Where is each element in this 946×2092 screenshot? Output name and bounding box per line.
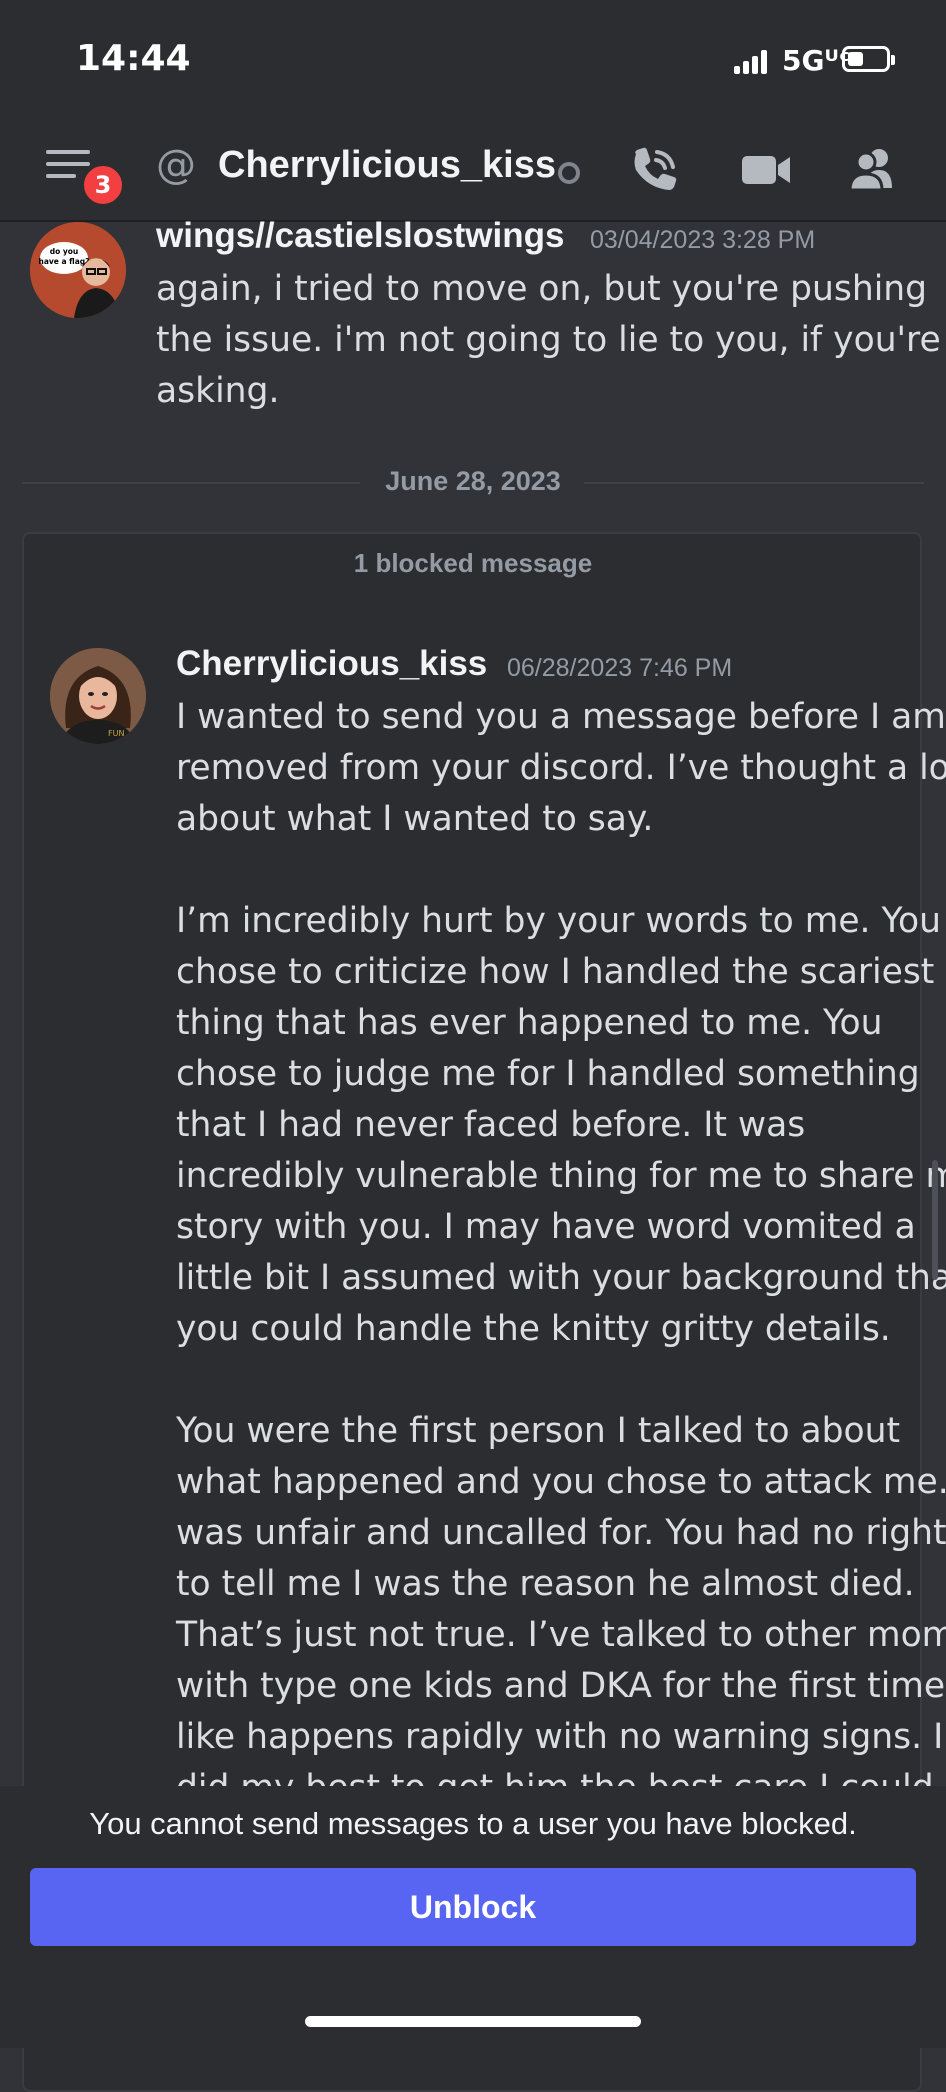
message-timestamp: 06/28/2023 7:46 PM: [507, 654, 733, 682]
message-line: removed from your discord. I’ve thought …: [176, 748, 946, 788]
date-divider: June 28, 2023: [385, 466, 561, 496]
channel-title[interactable]: Cherrylicious_kiss: [218, 144, 556, 187]
message-line: chose to judge me for I handled somethin…: [176, 1054, 920, 1094]
home-indicator[interactable]: [305, 2016, 641, 2027]
message-line: to tell me I was the reason he almost di…: [176, 1564, 915, 1604]
message-line: little bit I assumed with your backgroun…: [176, 1258, 946, 1298]
message-timestamp: 03/04/2023 3:28 PM: [590, 226, 816, 254]
message-line: That’s just not true. I’ve talked to oth…: [176, 1615, 946, 1655]
message-line: I’m incredibly hurt by your words to me.…: [176, 901, 941, 941]
scrollbar[interactable]: [932, 1160, 938, 1280]
avatar[interactable]: do you have a flag?: [30, 222, 126, 318]
svg-text:have a flag?: have a flag?: [39, 257, 90, 266]
video-camera-icon[interactable]: [740, 146, 792, 194]
message-line: I wanted to send you a message before I …: [176, 697, 946, 737]
message-line: thing that has ever happened to me. You: [176, 1003, 883, 1043]
message-line: was unfair and uncalled for. You had no …: [176, 1513, 946, 1553]
phone-call-icon[interactable]: [628, 146, 680, 194]
status-bar: 14:44 5Gᵁᶜ: [0, 0, 946, 120]
message-line: with type one kids and DKA for the first…: [176, 1666, 946, 1706]
blocked-notice: You cannot send messages to a user you h…: [89, 1806, 857, 1841]
notification-badge: 3: [80, 162, 126, 208]
battery-icon: [842, 46, 895, 72]
message-line: you could handle the knitty gritty detai…: [176, 1309, 891, 1349]
message-line: story with you. I may have word vomited …: [176, 1207, 916, 1247]
message-line: [176, 1355, 946, 1406]
message-author[interactable]: Cherrylicious_kiss: [176, 644, 487, 684]
message-line: about what I wanted to say.: [176, 799, 654, 839]
avatar-caption: do you: [50, 247, 79, 256]
message-line: asking.: [156, 371, 280, 411]
message-line: the issue. i'm not going to lie to you, …: [156, 320, 941, 360]
message-line: [176, 845, 946, 896]
message-content: again, i tried to move on, but you're pu…: [156, 264, 941, 417]
message-author[interactable]: wings//castielslostwings: [156, 216, 564, 256]
status-time: 14:44: [76, 38, 191, 79]
message-line: chose to criticize how I handled the sca…: [176, 952, 935, 992]
message-line: You were the first person I talked to ab…: [176, 1411, 901, 1451]
blocked-message-label[interactable]: 1 blocked message: [0, 548, 946, 579]
members-icon[interactable]: [846, 146, 898, 194]
message-line: again, i tried to move on, but you're pu…: [156, 269, 928, 309]
svg-text:FUN: FUN: [108, 729, 124, 738]
message-line: that I had never faced before. It was: [176, 1105, 806, 1145]
unblock-button[interactable]: Unblock: [30, 1868, 916, 1946]
message-content: I wanted to send you a message before I …: [176, 692, 946, 1814]
message-line: incredibly vulnerable thing for me to sh…: [176, 1156, 946, 1196]
message-line: like happens rapidly with no warning sig…: [176, 1717, 944, 1757]
network-type: 5Gᵁᶜ: [782, 44, 851, 77]
message-line: what happened and you chose to attack me…: [176, 1462, 946, 1502]
avatar[interactable]: FUN: [50, 648, 146, 744]
cellular-signal-icon: [734, 50, 768, 74]
offline-status-icon: [558, 162, 580, 184]
at-icon: @: [156, 142, 196, 188]
channel-header: 3 @ Cherrylicious_kiss: [0, 120, 946, 222]
